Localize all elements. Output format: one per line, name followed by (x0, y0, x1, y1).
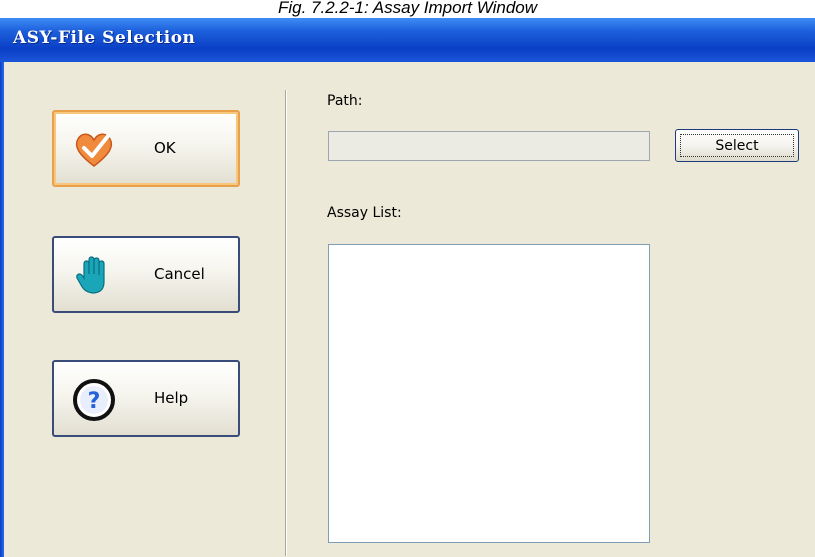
cancel-button[interactable]: Cancel (52, 236, 240, 313)
ok-button-label: OK (154, 139, 176, 157)
help-button-label: Help (154, 389, 189, 407)
assay-list-label: Assay List: (327, 205, 402, 221)
figure-caption: Fig. 7.2.2-1: Assay Import Window (277, 0, 538, 17)
help-question-icon: ? (72, 378, 116, 422)
select-button-label: Select (680, 134, 794, 157)
vertical-divider (285, 90, 287, 556)
title-bar[interactable]: ASY-File Selection (0, 18, 815, 62)
dialog-window: ASY-File Selection OK Cancel ? Help Path… (0, 18, 815, 557)
svg-text:?: ? (88, 389, 101, 414)
heart-check-icon (72, 128, 116, 172)
path-label: Path: (327, 93, 363, 109)
cancel-button-label: Cancel (154, 265, 205, 283)
path-input[interactable] (328, 131, 650, 161)
select-button[interactable]: Select (675, 129, 799, 162)
ok-button[interactable]: OK (52, 110, 240, 187)
hand-stop-icon (72, 254, 116, 298)
window-frame-left (0, 62, 4, 557)
window-title: ASY-File Selection (13, 28, 196, 48)
assay-list[interactable] (328, 244, 650, 543)
help-button[interactable]: ? Help (52, 360, 240, 437)
